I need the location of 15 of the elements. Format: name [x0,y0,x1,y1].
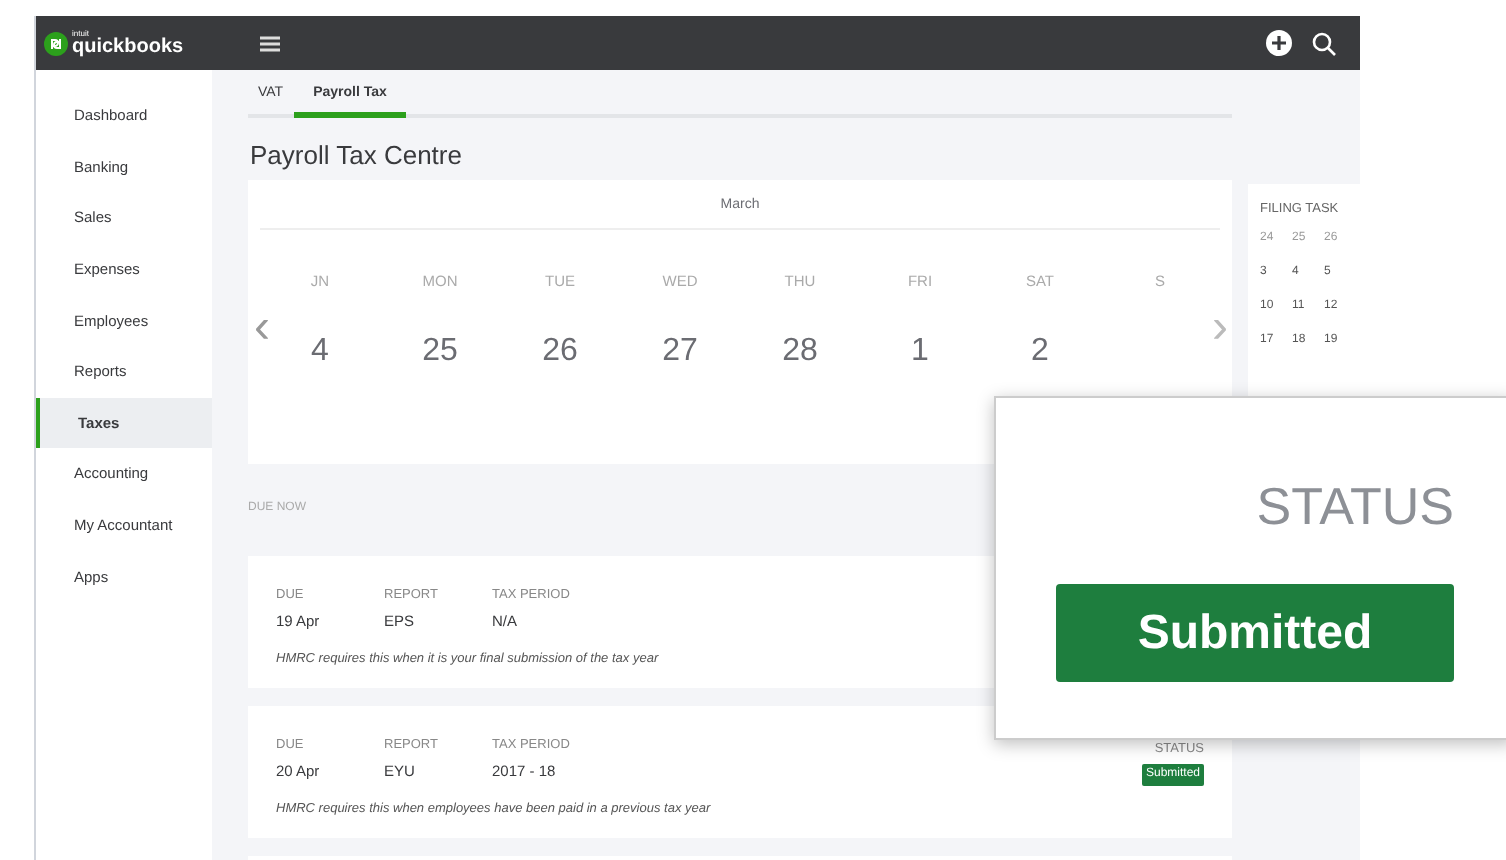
status-badge: Submitted [1056,584,1454,682]
date-number[interactable]: 28 [782,328,818,377]
date-number[interactable]: 27 [662,328,698,377]
logo-icon [44,31,68,55]
date-number[interactable]: 2 [1031,328,1049,377]
search-icon[interactable] [1312,31,1336,55]
date-number[interactable]: 1 [911,328,929,377]
date-number[interactable]: 26 [542,328,578,377]
date-number[interactable]: 4 [311,328,329,377]
status-label: STATUS [1256,474,1454,540]
date-number[interactable]: 25 [422,328,458,377]
logo-text: quickbooks [72,37,184,57]
menu-icon[interactable] [259,35,280,51]
add-icon[interactable] [1266,30,1292,56]
page-title: Payroll Tax Centre [250,138,464,174]
